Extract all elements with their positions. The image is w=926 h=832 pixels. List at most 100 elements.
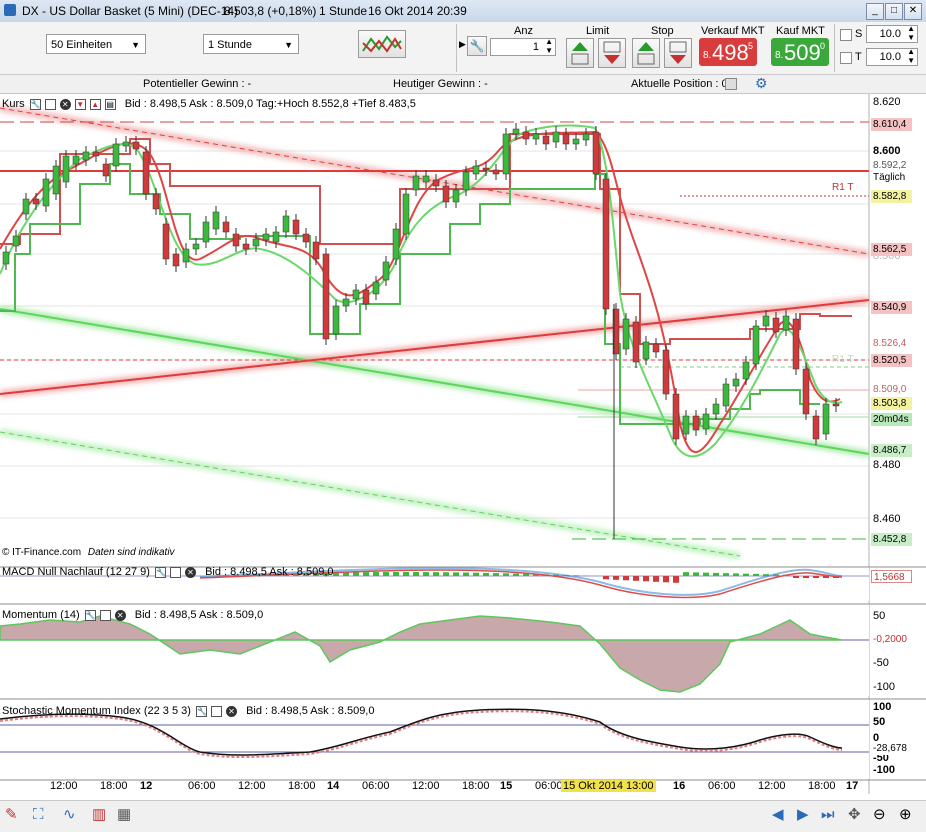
zoom-out-icon[interactable]: ⊖ [873,806,886,824]
t-stepper[interactable]: 10.0 ▲▼ [866,48,918,66]
macd-histogram-bar [493,573,499,576]
stop-buy-icon [633,39,659,67]
macd-histogram-bar [373,572,379,576]
window-icon[interactable] [45,99,56,110]
r1-label-faded: R1 T [832,354,854,365]
candle-body [83,152,89,160]
scroll-right-icon[interactable]: ▶ [797,806,809,824]
s-checkbox[interactable] [840,29,852,41]
time-label: 12:00 [412,780,440,792]
macd-histogram-bar [353,572,359,576]
close-icon[interactable]: ✕ [185,567,196,578]
macd-histogram-bar [653,576,659,582]
candle-body [583,134,589,140]
window-icon[interactable] [100,610,111,621]
chart-style-icon [359,31,405,57]
close-button[interactable]: ✕ [904,3,922,20]
macd-histogram-bar [463,573,469,576]
macd-histogram-bar [663,576,669,582]
candle-body [713,404,719,414]
window-icon[interactable] [211,706,222,717]
chart-type-icon[interactable]: ▥ [92,806,106,824]
settings-gear-icon[interactable]: ⚙ [755,75,768,92]
minimize-button[interactable]: _ [866,3,884,20]
buy-price-button[interactable]: 8. 509 0 [771,38,829,66]
sell-price-button[interactable]: 8. 498 5 [699,38,757,66]
stepper-arrows-icon: ▲▼ [907,24,915,42]
momentum-panel-header: Momentum (14) 🔧✕ Bid : 8.498,5 Ask : 8.5… [2,608,263,622]
move-up-icon[interactable]: ▲ [90,99,101,110]
limit-buy-button[interactable] [566,38,594,68]
chart-style-button[interactable] [358,30,406,58]
close-position-icon[interactable] [725,78,737,90]
draw-tool-icon[interactable]: ✎ [5,806,18,824]
stop-sell-button[interactable] [664,38,692,68]
candle-body [93,152,99,156]
stop-label: Stop [651,25,674,37]
macd-histogram-bar [693,572,699,576]
close-icon[interactable]: ✕ [60,99,71,110]
anz-stepper[interactable]: 1 ▲▼ [490,38,556,56]
wrench-icon[interactable]: 🔧 [85,610,96,621]
sell-price-big: 498 [712,40,749,66]
template-icon[interactable]: ▦ [117,806,131,824]
toolbar-arrow-icon[interactable]: ▶ [459,39,466,50]
macd-histogram-bar [523,574,529,576]
chart-toggle-icon[interactable]: ▤ [105,99,116,110]
candle-body [703,414,709,429]
limit-sell-button[interactable] [598,38,626,68]
price-label: 8.486,7 [871,444,912,457]
stoch-tick: -100 [873,764,895,776]
stoch-panel-quote: Bid : 8.498,5 Ask : 8.509,0 [246,705,374,717]
candle-body [103,164,109,176]
zoom-in-icon[interactable]: ⊕ [899,806,912,824]
candle-body [453,190,459,202]
sell-price-small: 8. [703,50,711,61]
close-icon[interactable]: ✕ [226,706,237,717]
candle-body [563,134,569,144]
candle-body [783,316,789,330]
candle-body [283,216,289,232]
macd-histogram-bar [673,576,679,583]
period-select-value: 1 Stunde [208,39,252,51]
macd-panel-name: MACD Null Nachlauf (12 27 9) [2,566,150,578]
close-icon[interactable]: ✕ [115,610,126,621]
indicator-icon[interactable]: ∿ [63,806,76,824]
price-label: 8.526,4 [871,337,912,350]
candle-body [803,369,809,414]
move-down-icon[interactable]: ▼ [75,99,86,110]
period-select[interactable]: 1 Stunde▼ [203,34,299,54]
macd-histogram-bar [513,574,519,576]
s-stepper[interactable]: 10.0 ▲▼ [866,25,918,43]
scroll-end-icon[interactable]: ⏭ [821,806,835,824]
t-checkbox[interactable] [840,52,852,64]
macd-histogram-bar [473,573,479,576]
candle-body [383,262,389,280]
candle-body [813,416,819,439]
time-label: 06:00 [362,780,390,792]
wrench-icon[interactable]: 🔧 [30,99,41,110]
candle-body [213,212,219,229]
wrench-icon[interactable]: 🔧 [196,706,207,717]
object-list-icon[interactable]: ⛶ [33,806,44,824]
macd-histogram-bar [603,576,609,579]
scroll-left-icon[interactable]: ◀ [772,806,784,824]
candle-body [543,136,549,144]
candle-body [23,199,29,214]
stop-buy-button[interactable] [632,38,660,68]
candle-body [373,282,379,294]
wrench-button[interactable]: 🔧 [467,36,487,56]
anz-value: 1 [533,41,539,53]
maximize-button[interactable]: □ [885,3,903,20]
candle-body [303,234,309,242]
candle-body [463,172,469,190]
units-select[interactable]: 50 Einheiten▼ [46,34,146,54]
pan-icon[interactable]: ✥ [848,806,861,824]
toolbar-separator [834,24,835,72]
momentum-tick: -100 [873,681,895,693]
momentum-value: -0,2000 [871,633,912,646]
day-label: 15 [500,780,512,792]
window-icon[interactable] [170,567,181,578]
candle-body [633,322,639,362]
wrench-icon[interactable]: 🔧 [155,567,166,578]
